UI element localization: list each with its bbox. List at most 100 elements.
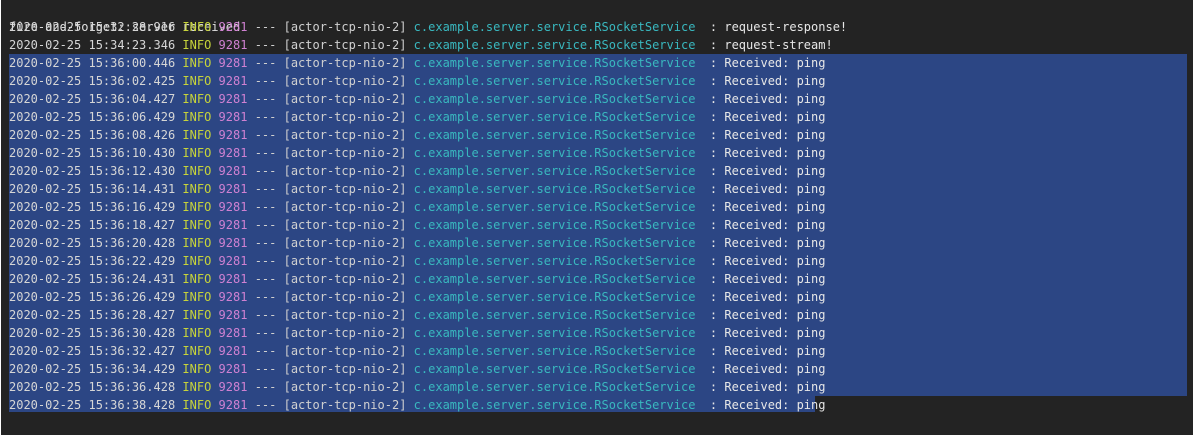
log-message: : Received: ping: [709, 290, 826, 304]
separator: ---: [254, 236, 277, 250]
process-id: 9281: [218, 110, 248, 124]
log-level: INFO: [182, 344, 212, 358]
log-message: : Received: ping: [709, 56, 826, 70]
process-id: 9281: [218, 164, 248, 178]
log-content: 2020-02-25 15:36:24.431 INFO 9281 --- [a…: [9, 270, 825, 288]
logger-name: c.example.server.service.RSocketService: [413, 38, 696, 52]
thread-name: [actor-tcp-nio-2]: [283, 308, 407, 322]
thread-name: [actor-tcp-nio-2]: [283, 362, 407, 376]
screenshot-frame: fire-and-forget: server received 2020-02…: [0, 0, 1194, 435]
logger-name: c.example.server.service.RSocketService: [413, 20, 696, 34]
separator: ---: [254, 362, 277, 376]
log-content: 2020-02-25 15:36:16.429 INFO 9281 --- [a…: [9, 198, 825, 216]
log-message: : Received: ping: [709, 128, 826, 142]
thread-name: [actor-tcp-nio-2]: [283, 218, 407, 232]
log-content: 2020-02-25 15:36:12.430 INFO 9281 --- [a…: [9, 162, 825, 180]
log-content: 2020-02-25 15:36:00.446 INFO 9281 --- [a…: [9, 54, 825, 72]
timestamp: 2020-02-25 15:36:22.429: [9, 254, 176, 268]
thread-name: [actor-tcp-nio-2]: [283, 326, 407, 340]
log-message: : Received: ping: [709, 398, 826, 412]
log-message: : Received: ping: [709, 218, 826, 232]
timestamp: 2020-02-25 15:36:34.429: [9, 362, 176, 376]
separator: ---: [254, 344, 277, 358]
separator: ---: [254, 38, 277, 52]
timestamp: 2020-02-25 15:36:10.430: [9, 146, 176, 160]
thread-name: [actor-tcp-nio-2]: [283, 254, 407, 268]
logger-name: c.example.server.service.RSocketService: [413, 290, 696, 304]
separator: ---: [254, 308, 277, 322]
separator: ---: [254, 146, 277, 160]
log-content: 2020-02-25 15:36:22.429 INFO 9281 --- [a…: [9, 252, 825, 270]
logger-name: c.example.server.service.RSocketService: [413, 110, 696, 124]
thread-name: [actor-tcp-nio-2]: [283, 146, 407, 160]
process-id: 9281: [218, 92, 248, 106]
log-line: 2020-02-25 15:36:30.428 INFO 9281 --- [a…: [1, 324, 1193, 342]
log-level: INFO: [182, 182, 212, 196]
timestamp: 2020-02-25 15:36:06.429: [9, 110, 176, 124]
process-id: 9281: [218, 200, 248, 214]
separator: ---: [254, 20, 277, 34]
process-id: 9281: [218, 128, 248, 142]
log-message: : Received: ping: [709, 380, 826, 394]
log-level: INFO: [182, 164, 212, 178]
log-level: INFO: [182, 398, 212, 412]
log-message: : Received: ping: [709, 182, 826, 196]
separator: ---: [254, 218, 277, 232]
terminal-output[interactable]: fire-and-forget: server received 2020-02…: [1, 0, 1193, 435]
log-line: 2020-02-25 15:36:10.430 INFO 9281 --- [a…: [1, 144, 1193, 162]
log-message: : request-stream!: [709, 38, 833, 52]
thread-name: [actor-tcp-nio-2]: [283, 290, 407, 304]
thread-name: [actor-tcp-nio-2]: [283, 110, 407, 124]
process-id: 9281: [218, 146, 248, 160]
log-level: INFO: [182, 272, 212, 286]
process-id: 9281: [218, 272, 248, 286]
logger-name: c.example.server.service.RSocketService: [413, 272, 696, 286]
log-content: 2020-02-25 15:36:04.427 INFO 9281 --- [a…: [9, 90, 825, 108]
log-content: 2020-02-25 15:36:38.428 INFO 9281 --- [a…: [9, 396, 825, 414]
log-content: 2020-02-25 15:36:20.428 INFO 9281 --- [a…: [9, 234, 825, 252]
logger-name: c.example.server.service.RSocketService: [413, 398, 696, 412]
log-level: INFO: [182, 74, 212, 88]
log-content: 2020-02-25 15:34:23.346 INFO 9281 --- [a…: [9, 36, 833, 54]
log-message: : Received: ping: [709, 110, 826, 124]
process-id: 9281: [218, 380, 248, 394]
timestamp: 2020-02-25 15:36:20.428: [9, 236, 176, 250]
log-line: 2020-02-25 15:32:28.916 INFO 9281 --- [a…: [1, 18, 1193, 36]
log-level: INFO: [182, 380, 212, 394]
separator: ---: [254, 110, 277, 124]
log-content: 2020-02-25 15:36:32.427 INFO 9281 --- [a…: [9, 342, 825, 360]
timestamp: 2020-02-25 15:36:24.431: [9, 272, 176, 286]
terminal-window[interactable]: fire-and-forget: server received 2020-02…: [1, 0, 1193, 435]
log-message: : Received: ping: [709, 236, 826, 250]
log-line: 2020-02-25 15:36:28.427 INFO 9281 --- [a…: [1, 306, 1193, 324]
log-message: : Received: ping: [709, 308, 826, 322]
log-line: 2020-02-25 15:36:04.427 INFO 9281 --- [a…: [1, 90, 1193, 108]
log-line: 2020-02-25 15:36:14.431 INFO 9281 --- [a…: [1, 180, 1193, 198]
thread-name: [actor-tcp-nio-2]: [283, 182, 407, 196]
process-id: 9281: [218, 326, 248, 340]
process-id: 9281: [218, 308, 248, 322]
separator: ---: [254, 272, 277, 286]
separator: ---: [254, 56, 277, 70]
timestamp: 2020-02-25 15:36:08.426: [9, 128, 176, 142]
thread-name: [actor-tcp-nio-2]: [283, 92, 407, 106]
log-level: INFO: [182, 146, 212, 160]
logger-name: c.example.server.service.RSocketService: [413, 326, 696, 340]
thread-name: [actor-tcp-nio-2]: [283, 56, 407, 70]
log-content: 2020-02-25 15:36:18.427 INFO 9281 --- [a…: [9, 216, 825, 234]
timestamp: 2020-02-25 15:36:28.427: [9, 308, 176, 322]
log-line: 2020-02-25 15:34:23.346 INFO 9281 --- [a…: [1, 36, 1193, 54]
separator: ---: [254, 290, 277, 304]
timestamp: 2020-02-25 15:36:16.429: [9, 200, 176, 214]
log-message: : Received: ping: [709, 326, 826, 340]
log-content: 2020-02-25 15:36:30.428 INFO 9281 --- [a…: [9, 324, 825, 342]
logger-name: c.example.server.service.RSocketService: [413, 146, 696, 160]
log-content: 2020-02-25 15:36:28.427 INFO 9281 --- [a…: [9, 306, 825, 324]
log-level: INFO: [182, 200, 212, 214]
log-level: INFO: [182, 308, 212, 322]
process-id: 9281: [218, 218, 248, 232]
timestamp: 2020-02-25 15:34:23.346: [9, 38, 176, 52]
log-message: : Received: ping: [709, 254, 826, 268]
thread-name: [actor-tcp-nio-2]: [283, 128, 407, 142]
separator: ---: [254, 326, 277, 340]
